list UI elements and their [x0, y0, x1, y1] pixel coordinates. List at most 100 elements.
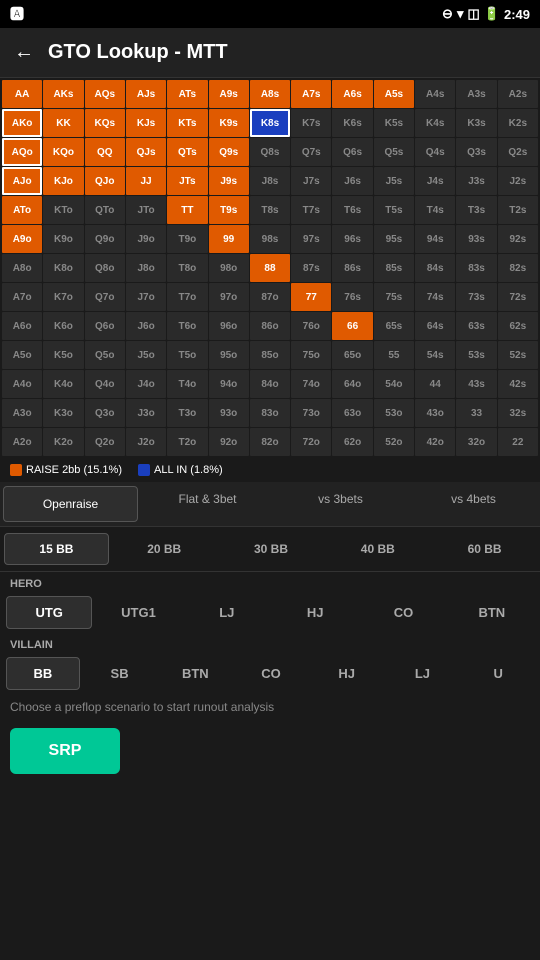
grid-cell-t5s[interactable]: T5s	[374, 196, 414, 224]
grid-cell-94s[interactable]: 94s	[415, 225, 455, 253]
villain-pos-bb-0[interactable]: BB	[6, 657, 80, 690]
grid-cell-72s[interactable]: 72s	[498, 283, 538, 311]
grid-cell-52o[interactable]: 52o	[374, 428, 414, 456]
grid-cell-k5s[interactable]: K5s	[374, 109, 414, 137]
grid-cell-a6o[interactable]: A6o	[2, 312, 42, 340]
grid-cell-76o[interactable]: 76o	[291, 312, 331, 340]
grid-cell-ajs[interactable]: AJs	[126, 80, 166, 108]
grid-cell-75o[interactable]: 75o	[291, 341, 331, 369]
back-button[interactable]: ←	[14, 41, 34, 64]
grid-cell-t4o[interactable]: T4o	[167, 370, 207, 398]
grid-cell-q2o[interactable]: Q2o	[85, 428, 125, 456]
grid-cell-t2s[interactable]: T2s	[498, 196, 538, 224]
grid-cell-a6s[interactable]: A6s	[332, 80, 372, 108]
grid-cell-65o[interactable]: 65o	[332, 341, 372, 369]
grid-cell-t6o[interactable]: T6o	[167, 312, 207, 340]
grid-cell-j3s[interactable]: J3s	[456, 167, 496, 195]
grid-cell-k9s[interactable]: K9s	[209, 109, 249, 137]
grid-cell-a2o[interactable]: A2o	[2, 428, 42, 456]
grid-cell-a7o[interactable]: A7o	[2, 283, 42, 311]
grid-cell-64o[interactable]: 64o	[332, 370, 372, 398]
grid-cell-42s[interactable]: 42s	[498, 370, 538, 398]
grid-cell-93o[interactable]: 93o	[209, 399, 249, 427]
grid-cell-86s[interactable]: 86s	[332, 254, 372, 282]
grid-cell-k7s[interactable]: K7s	[291, 109, 331, 137]
grid-cell-aqo[interactable]: AQo	[2, 138, 42, 166]
villain-pos-co-3[interactable]: CO	[235, 657, 307, 690]
grid-cell-k6s[interactable]: K6s	[332, 109, 372, 137]
grid-cell-a9s[interactable]: A9s	[209, 80, 249, 108]
grid-cell-a3o[interactable]: A3o	[2, 399, 42, 427]
grid-cell-94o[interactable]: 94o	[209, 370, 249, 398]
grid-cell-jj[interactable]: JJ	[126, 167, 166, 195]
hero-pos-lj[interactable]: LJ	[185, 596, 269, 629]
grid-cell-85s[interactable]: 85s	[374, 254, 414, 282]
grid-cell-62s[interactable]: 62s	[498, 312, 538, 340]
grid-cell-98s[interactable]: 98s	[250, 225, 290, 253]
grid-cell-qjo[interactable]: QJo	[85, 167, 125, 195]
grid-cell-a5s[interactable]: A5s	[374, 80, 414, 108]
grid-cell-kqs[interactable]: KQs	[85, 109, 125, 137]
tab-vs-3bets[interactable]: vs 3bets	[274, 482, 407, 526]
bb-option-60bb[interactable]: 60 BB	[433, 533, 536, 565]
grid-cell-k4s[interactable]: K4s	[415, 109, 455, 137]
grid-cell-j7o[interactable]: J7o	[126, 283, 166, 311]
grid-cell-53o[interactable]: 53o	[374, 399, 414, 427]
grid-cell-k7o[interactable]: K7o	[43, 283, 83, 311]
grid-cell-52s[interactable]: 52s	[498, 341, 538, 369]
grid-cell-a7s[interactable]: A7s	[291, 80, 331, 108]
grid-cell-t7o[interactable]: T7o	[167, 283, 207, 311]
grid-cell-87o[interactable]: 87o	[250, 283, 290, 311]
grid-cell-55[interactable]: 55	[374, 341, 414, 369]
grid-cell-43s[interactable]: 43s	[456, 370, 496, 398]
villain-pos-u-6[interactable]: U	[462, 657, 534, 690]
grid-cell-t4s[interactable]: T4s	[415, 196, 455, 224]
grid-cell-64s[interactable]: 64s	[415, 312, 455, 340]
grid-cell-44[interactable]: 44	[415, 370, 455, 398]
grid-cell-97o[interactable]: 97o	[209, 283, 249, 311]
grid-cell-j7s[interactable]: J7s	[291, 167, 331, 195]
grid-cell-a4o[interactable]: A4o	[2, 370, 42, 398]
grid-cell-q7o[interactable]: Q7o	[85, 283, 125, 311]
grid-cell-66[interactable]: 66	[332, 312, 372, 340]
bb-option-15bb[interactable]: 15 BB	[4, 533, 109, 565]
grid-cell-72o[interactable]: 72o	[291, 428, 331, 456]
grid-cell-q7s[interactable]: Q7s	[291, 138, 331, 166]
grid-cell-kto[interactable]: KTo	[43, 196, 83, 224]
grid-cell-q4s[interactable]: Q4s	[415, 138, 455, 166]
grid-cell-q8s[interactable]: Q8s	[250, 138, 290, 166]
grid-cell-qts[interactable]: QTs	[167, 138, 207, 166]
grid-cell-92s[interactable]: 92s	[498, 225, 538, 253]
grid-cell-a8o[interactable]: A8o	[2, 254, 42, 282]
grid-cell-ato[interactable]: ATo	[2, 196, 42, 224]
grid-cell-q8o[interactable]: Q8o	[85, 254, 125, 282]
grid-cell-j9o[interactable]: J9o	[126, 225, 166, 253]
grid-cell-t2o[interactable]: T2o	[167, 428, 207, 456]
grid-cell-76s[interactable]: 76s	[332, 283, 372, 311]
grid-cell-43o[interactable]: 43o	[415, 399, 455, 427]
grid-cell-j2o[interactable]: J2o	[126, 428, 166, 456]
grid-cell-k8s[interactable]: K8s	[250, 109, 290, 137]
grid-cell-k8o[interactable]: K8o	[43, 254, 83, 282]
grid-cell-aks[interactable]: AKs	[43, 80, 83, 108]
grid-cell-a8s[interactable]: A8s	[250, 80, 290, 108]
grid-cell-93s[interactable]: 93s	[456, 225, 496, 253]
grid-cell-84s[interactable]: 84s	[415, 254, 455, 282]
grid-cell-54o[interactable]: 54o	[374, 370, 414, 398]
grid-cell-q5o[interactable]: Q5o	[85, 341, 125, 369]
grid-cell-k4o[interactable]: K4o	[43, 370, 83, 398]
grid-cell-aqs[interactable]: AQs	[85, 80, 125, 108]
grid-cell-q5s[interactable]: Q5s	[374, 138, 414, 166]
grid-cell-86o[interactable]: 86o	[250, 312, 290, 340]
grid-cell-j8s[interactable]: J8s	[250, 167, 290, 195]
grid-cell-73o[interactable]: 73o	[291, 399, 331, 427]
grid-cell-83o[interactable]: 83o	[250, 399, 290, 427]
grid-cell-42o[interactable]: 42o	[415, 428, 455, 456]
grid-cell-63s[interactable]: 63s	[456, 312, 496, 340]
grid-cell-a9o[interactable]: A9o	[2, 225, 42, 253]
grid-cell-t7s[interactable]: T7s	[291, 196, 331, 224]
grid-cell-95s[interactable]: 95s	[374, 225, 414, 253]
grid-cell-96o[interactable]: 96o	[209, 312, 249, 340]
grid-cell-j4s[interactable]: J4s	[415, 167, 455, 195]
grid-cell-qjs[interactable]: QJs	[126, 138, 166, 166]
